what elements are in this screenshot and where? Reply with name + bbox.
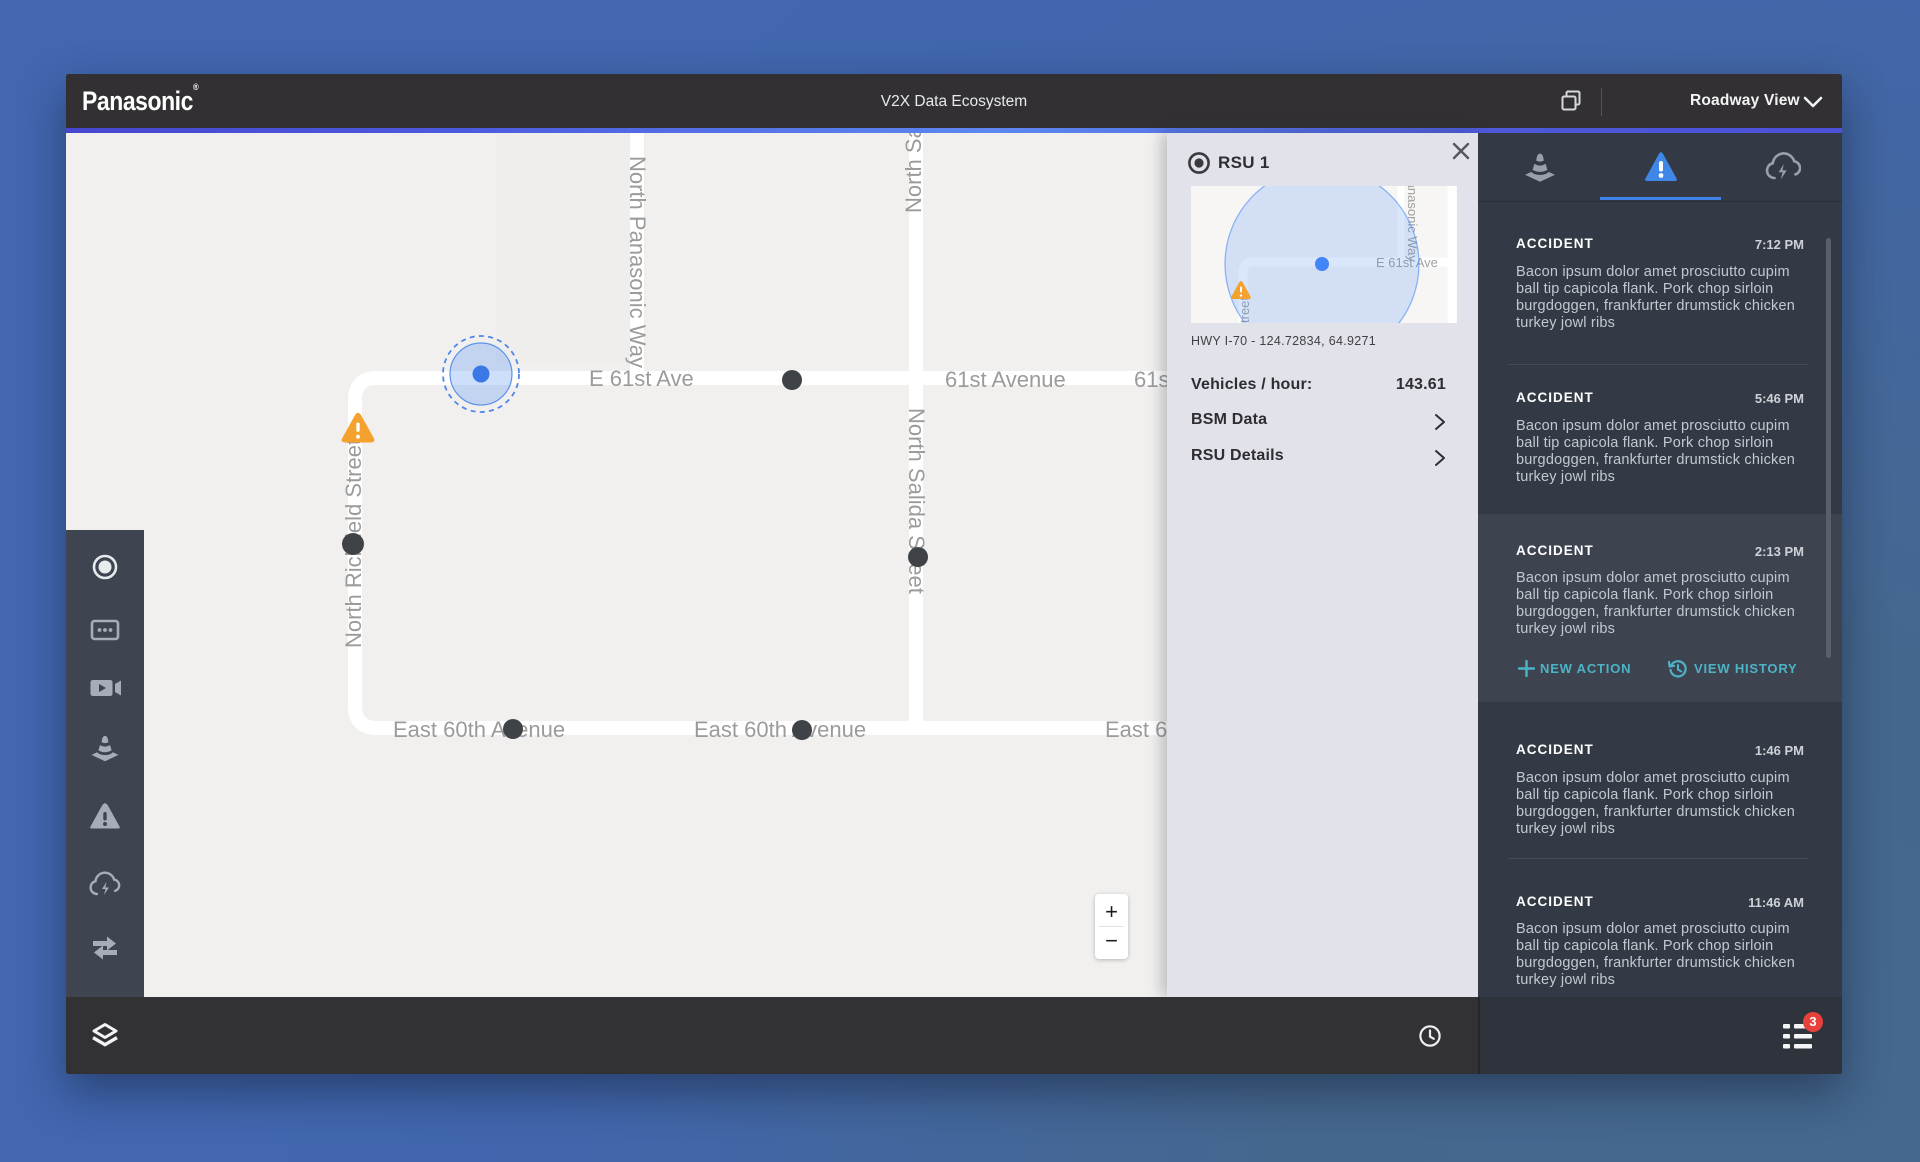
svg-text:East 60th Avenue: East 60th Avenue — [694, 717, 866, 742]
svg-text:East 60th Avenue: East 60th Avenue — [393, 717, 565, 742]
svg-text:North Salida Street: North Salida Street — [901, 133, 926, 213]
svg-text:North Panasonic Way: North Panasonic Way — [625, 156, 650, 368]
svg-text:61st Avenue: 61st Avenue — [945, 367, 1066, 392]
svg-text:E 61st Ave: E 61st Ave — [589, 366, 694, 391]
